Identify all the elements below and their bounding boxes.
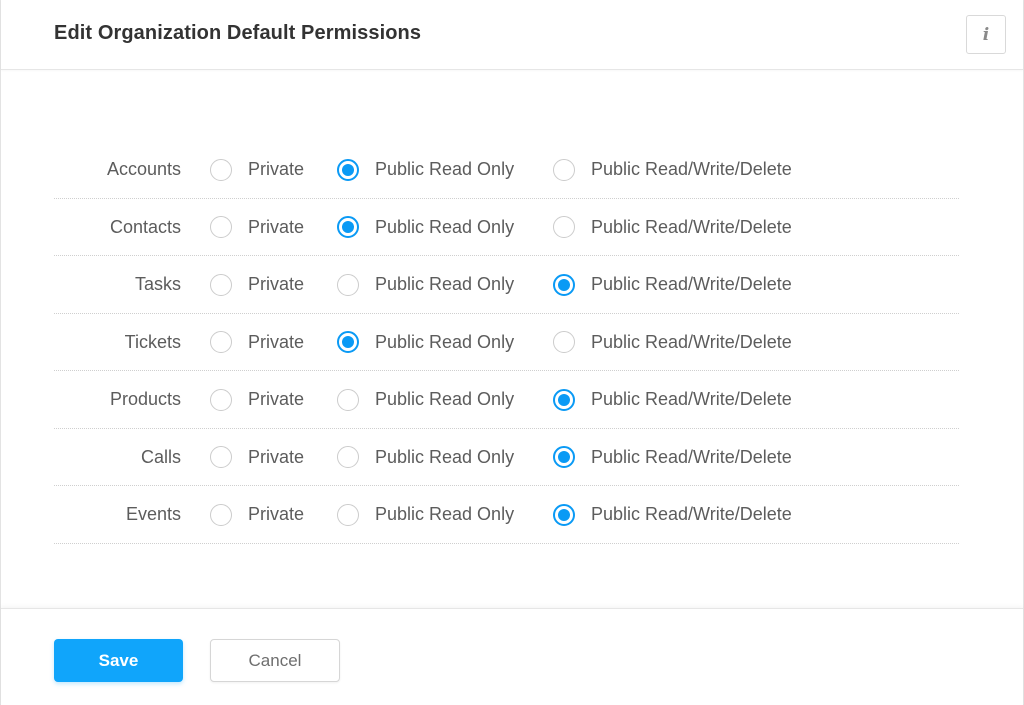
option-private[interactable]: Private xyxy=(210,199,304,257)
radio-unchecked-icon[interactable] xyxy=(210,388,232,411)
radio-unchecked-icon[interactable] xyxy=(337,388,359,411)
radio-unchecked-icon[interactable] xyxy=(337,273,359,296)
option-private[interactable]: Private xyxy=(210,141,304,199)
dialog-title: Edit Organization Default Permissions xyxy=(54,22,422,44)
option-public-read-write-delete[interactable]: Public Read/Write/Delete xyxy=(553,314,792,372)
option-label: Public Read/Write/Delete xyxy=(591,389,792,410)
option-label: Private xyxy=(248,389,305,410)
option-label: Public Read/Write/Delete xyxy=(591,216,792,237)
option-public-read-only[interactable]: Public Read Only xyxy=(337,314,514,372)
option-label: Private xyxy=(248,504,305,525)
radio-unchecked-icon[interactable] xyxy=(210,331,232,354)
permission-row-events: Events Private Public Read Only Public Read… xyxy=(54,486,959,544)
radio-unchecked-icon[interactable] xyxy=(210,158,232,181)
dialog-header: Edit Organization Default Permissions i xyxy=(1,0,1023,70)
save-button[interactable]: Save xyxy=(54,639,183,682)
option-public-read-write-delete[interactable]: Public Read/Write/Delete xyxy=(553,256,792,314)
option-private[interactable]: Private xyxy=(210,256,304,314)
option-label: Public Read/Write/Delete xyxy=(591,274,792,295)
radio-unchecked-icon[interactable] xyxy=(337,446,359,469)
option-label: Private xyxy=(248,331,305,352)
radio-unchecked-icon[interactable] xyxy=(553,331,575,354)
radio-checked-icon[interactable] xyxy=(553,388,575,411)
option-private[interactable]: Private xyxy=(210,314,304,372)
option-public-read-only[interactable]: Public Read Only xyxy=(337,486,514,544)
option-label: Public Read Only xyxy=(375,274,515,295)
option-public-read-write-delete[interactable]: Public Read/Write/Delete xyxy=(553,141,792,199)
module-label: Accounts xyxy=(106,159,181,180)
option-public-read-only[interactable]: Public Read Only xyxy=(337,429,514,487)
option-label: Public Read Only xyxy=(375,331,515,352)
module-label: Tickets xyxy=(124,331,181,352)
radio-checked-icon[interactable] xyxy=(553,273,575,296)
option-private[interactable]: Private xyxy=(210,486,304,544)
cancel-button[interactable]: Cancel xyxy=(210,639,340,682)
permissions-list: Accounts Private Public Read Only Public Re… xyxy=(54,141,959,544)
option-label: Private xyxy=(248,159,305,180)
option-label: Public Read/Write/Delete xyxy=(591,331,792,352)
option-label: Public Read Only xyxy=(375,504,515,525)
option-label: Public Read/Write/Delete xyxy=(591,504,792,525)
radio-unchecked-icon[interactable] xyxy=(210,216,232,239)
option-label: Public Read Only xyxy=(375,446,515,467)
radio-checked-icon[interactable] xyxy=(553,446,575,469)
option-label: Public Read Only xyxy=(375,389,515,410)
info-icon: i xyxy=(982,24,990,45)
option-private[interactable]: Private xyxy=(210,429,304,487)
option-label: Public Read Only xyxy=(375,216,515,237)
option-label: Public Read/Write/Delete xyxy=(591,446,792,467)
option-label: Public Read Only xyxy=(375,159,515,180)
option-public-read-write-delete[interactable]: Public Read/Write/Delete xyxy=(553,429,792,487)
radio-unchecked-icon[interactable] xyxy=(210,503,232,526)
permission-row-accounts: Accounts Private Public Read Only Public Re… xyxy=(54,141,959,199)
option-label: Private xyxy=(248,446,305,467)
option-private[interactable]: Private xyxy=(210,371,304,429)
permission-row-contacts: Contacts Private Public Read Only Public Re… xyxy=(54,199,959,257)
permission-row-products: Products Private Public Read Only Public Re… xyxy=(54,371,959,429)
radio-checked-icon[interactable] xyxy=(337,158,359,181)
permission-row-tickets: Tickets Private Public Read Only Public Rea… xyxy=(54,314,959,372)
permission-row-tasks: Tasks Private Public Read Only Public Read/… xyxy=(54,256,959,314)
option-public-read-write-delete[interactable]: Public Read/Write/Delete xyxy=(553,486,792,544)
radio-unchecked-icon[interactable] xyxy=(337,503,359,526)
module-label: Tasks xyxy=(134,274,181,295)
option-public-read-write-delete[interactable]: Public Read/Write/Delete xyxy=(553,199,792,257)
permissions-dialog: Edit Organization Default Permissions i … xyxy=(0,0,1024,705)
radio-unchecked-icon[interactable] xyxy=(210,273,232,296)
option-public-read-only[interactable]: Public Read Only xyxy=(337,199,514,257)
module-label: Products xyxy=(109,389,181,410)
option-public-read-only[interactable]: Public Read Only xyxy=(337,256,514,314)
module-label: Calls xyxy=(140,446,181,467)
permission-row-calls: Calls Private Public Read Only Public Read/… xyxy=(54,429,959,487)
option-label: Public Read/Write/Delete xyxy=(591,159,792,180)
option-label: Private xyxy=(248,216,305,237)
radio-unchecked-icon[interactable] xyxy=(553,216,575,239)
module-label: Events xyxy=(125,504,181,525)
info-button[interactable]: i xyxy=(966,15,1006,54)
option-public-read-only[interactable]: Public Read Only xyxy=(337,141,514,199)
radio-checked-icon[interactable] xyxy=(337,216,359,239)
radio-unchecked-icon[interactable] xyxy=(210,446,232,469)
dialog-footer: Save Cancel xyxy=(1,608,1023,705)
option-public-read-only[interactable]: Public Read Only xyxy=(337,371,514,429)
option-public-read-write-delete[interactable]: Public Read/Write/Delete xyxy=(553,371,792,429)
radio-unchecked-icon[interactable] xyxy=(553,158,575,181)
option-label: Private xyxy=(248,274,305,295)
radio-checked-icon[interactable] xyxy=(337,331,359,354)
module-label: Contacts xyxy=(109,216,181,237)
radio-checked-icon[interactable] xyxy=(553,503,575,526)
